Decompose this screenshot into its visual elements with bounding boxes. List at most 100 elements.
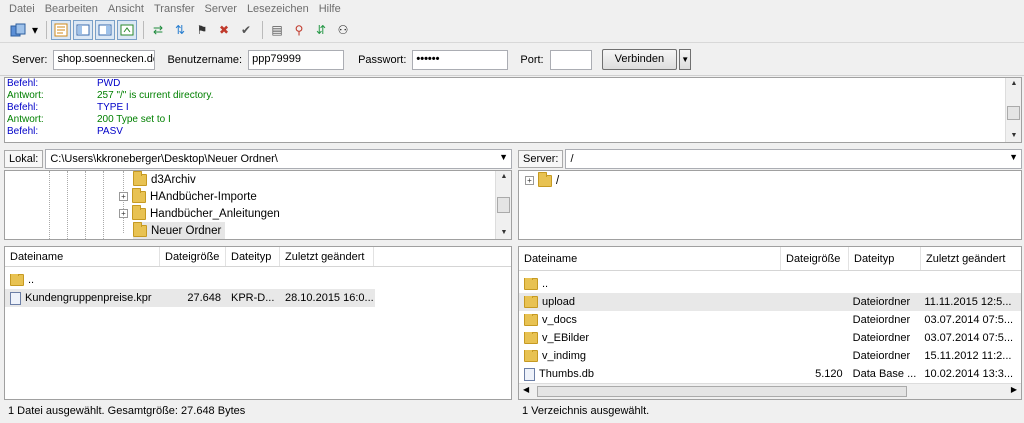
- menu-transfer[interactable]: Transfer: [154, 3, 195, 15]
- scroll-thumb[interactable]: [537, 386, 907, 397]
- local-tree-scrollbar[interactable]: ▲ ▼: [495, 171, 511, 239]
- scroll-thumb[interactable]: [497, 197, 510, 213]
- tree-item-root[interactable]: + /: [525, 171, 559, 189]
- column-header-type[interactable]: Dateityp: [226, 247, 280, 266]
- column-header-name[interactable]: Dateiname: [5, 247, 160, 266]
- refresh-icon[interactable]: ⇄: [148, 20, 168, 40]
- file-row[interactable]: upload Dateiordner 11.11.2015 12:5...: [519, 293, 1021, 311]
- chevron-down-icon[interactable]: ▼: [1009, 152, 1018, 162]
- scroll-down-icon[interactable]: ▼: [1006, 130, 1021, 142]
- menu-lesezeichen[interactable]: Lesezeichen: [247, 3, 309, 15]
- column-header-name[interactable]: Dateiname: [519, 247, 781, 270]
- connect-button[interactable]: Verbinden: [601, 49, 678, 70]
- log-scrollbar[interactable]: ▲ ▼: [1005, 78, 1021, 142]
- file-name: ..: [28, 274, 35, 286]
- tree-item-neuer-ordner[interactable]: Neuer Ordner: [133, 221, 226, 239]
- column-header-modified[interactable]: Zuletzt geändert: [280, 247, 374, 266]
- password-input[interactable]: ••••••: [412, 49, 509, 70]
- tree-item-label: d3Archiv: [151, 173, 196, 186]
- menu-server[interactable]: Server: [205, 3, 237, 15]
- remote-hscrollbar[interactable]: ◀ ▶: [519, 383, 1021, 399]
- column-header-size[interactable]: Dateigröße: [781, 247, 849, 270]
- server-label: Server:: [12, 53, 48, 66]
- tree-item-label: HAndbücher-Importe: [150, 190, 257, 203]
- file-row[interactable]: v_indimg Dateiordner 15.11.2012 11:2...: [519, 347, 1021, 365]
- reconnect-icon[interactable]: ✔: [236, 20, 256, 40]
- toggle-log-icon[interactable]: [51, 20, 71, 40]
- chevron-down-icon[interactable]: ▼: [499, 152, 508, 162]
- local-status-text: 1 Datei ausgewählt. Gesamtgröße: 27.648 …: [8, 405, 246, 417]
- tree-item-handbuecher-importe[interactable]: + HAndbücher-Importe: [119, 187, 257, 205]
- scroll-down-icon[interactable]: ▼: [496, 227, 511, 239]
- file-type: Dateiordner: [852, 314, 911, 326]
- file-type: KPR-D...: [231, 292, 275, 304]
- remote-file-list-header: Dateiname Dateigröße Dateityp Zuletzt ge…: [519, 247, 1021, 271]
- log-key: Befehl:: [7, 126, 39, 137]
- menu-bar: Datei Bearbeiten Ansicht Transfer Server…: [0, 0, 1024, 18]
- log-row: Befehl: PWD: [5, 78, 1021, 90]
- tree-item-handbuecher-anleitungen[interactable]: + Handbücher_Anleitungen: [119, 204, 280, 222]
- file-modified: 10.02.2014 13:3...: [924, 368, 1014, 380]
- file-row[interactable]: v_EBilder Dateiordner 03.07.2014 07:5...: [519, 329, 1021, 347]
- local-tree: d3Archiv + HAndbücher-Importe + Handbüch…: [4, 170, 512, 240]
- remote-status-bar: 1 Verzeichnis ausgewählt.: [518, 401, 1022, 421]
- scroll-left-icon[interactable]: ◀: [523, 385, 529, 394]
- file-row[interactable]: Thumbs.db 5.120 Data Base ... 10.02.2014 13…: [519, 365, 1021, 383]
- column-header-size[interactable]: Dateigröße: [160, 247, 226, 266]
- column-header-modified[interactable]: Zuletzt geändert: [921, 247, 1021, 270]
- site-manager-icon[interactable]: [8, 20, 28, 40]
- remote-path-input[interactable]: / ▼: [565, 149, 1022, 169]
- username-label: Benutzername:: [167, 53, 243, 66]
- message-log: Befehl: PWD Antwort: 257 "/" is current dir…: [4, 77, 1022, 143]
- sync-browse-icon[interactable]: ⇵: [311, 20, 331, 40]
- menu-hilfe[interactable]: Hilfe: [319, 3, 341, 15]
- remote-tree: + /: [518, 170, 1022, 240]
- folder-icon: [524, 332, 538, 344]
- menu-bearbeiten[interactable]: Bearbeiten: [45, 3, 98, 15]
- file-row[interactable]: v_docs Dateiordner 03.07.2014 07:5...: [519, 311, 1021, 329]
- tree-item-label: Neuer Ordner: [151, 224, 222, 237]
- menu-ansicht[interactable]: Ansicht: [108, 3, 144, 15]
- remote-path-label: Server:: [518, 150, 564, 168]
- local-path-bar: Lokal: C:\Users\kkroneberger\Desktop\Neu…: [4, 148, 512, 170]
- username-input[interactable]: ppp79999: [248, 49, 345, 70]
- column-header-type[interactable]: Dateityp: [849, 247, 921, 270]
- scroll-right-icon[interactable]: ▶: [1011, 385, 1017, 394]
- dropdown-arrow-icon[interactable]: ▾: [30, 20, 40, 40]
- expand-plus-icon[interactable]: +: [119, 192, 128, 201]
- tree-item-label: Handbücher_Anleitungen: [150, 207, 280, 220]
- folder-icon: [132, 187, 146, 203]
- local-path-input[interactable]: C:\Users\kkroneberger\Desktop\Neuer Ordn…: [45, 149, 512, 169]
- scroll-thumb[interactable]: [1007, 106, 1020, 120]
- file-modified: 03.07.2014 07:5...: [924, 314, 1014, 326]
- file-row[interactable]: ..: [519, 275, 1021, 293]
- toolbar-separator: [46, 21, 47, 39]
- toggle-local-tree-icon[interactable]: [73, 20, 93, 40]
- toggle-remote-tree-icon[interactable]: [95, 20, 115, 40]
- server-input[interactable]: shop.soennecken.de: [53, 49, 156, 70]
- tree-item-d3archiv[interactable]: d3Archiv: [133, 171, 196, 188]
- disconnect-icon[interactable]: ✖: [214, 20, 234, 40]
- process-queue-icon[interactable]: ⇅: [170, 20, 190, 40]
- compare-icon[interactable]: ⚲: [289, 20, 309, 40]
- log-value: PASV: [97, 126, 123, 137]
- menu-datei[interactable]: Datei: [9, 3, 35, 15]
- scroll-up-icon[interactable]: ▲: [1006, 78, 1021, 90]
- file-type: Dateiordner: [852, 332, 911, 344]
- file-row-kundengruppenpreise[interactable]: Kundengruppenpreise.kpr 27.648 KPR-D... …: [5, 289, 375, 307]
- local-path-value: C:\Users\kkroneberger\Desktop\Neuer Ordn…: [50, 153, 278, 165]
- local-status-bar: 1 Datei ausgewählt. Gesamtgröße: 27.648 …: [4, 401, 512, 421]
- expand-plus-icon[interactable]: +: [119, 209, 128, 218]
- toggle-queue-icon[interactable]: [117, 20, 137, 40]
- file-name: v_indimg: [542, 350, 587, 362]
- find-icon[interactable]: ⚇: [333, 20, 353, 40]
- scroll-up-icon[interactable]: ▲: [496, 171, 511, 183]
- expand-plus-icon[interactable]: +: [525, 176, 534, 185]
- port-input[interactable]: [549, 49, 592, 70]
- connect-history-dropdown-icon[interactable]: ▼: [679, 49, 692, 70]
- quickconnect-bar: Server: shop.soennecken.de Benutzername:…: [0, 44, 1024, 76]
- file-row-parent[interactable]: ..: [5, 271, 511, 289]
- file-name: v_docs: [542, 314, 577, 326]
- cancel-icon[interactable]: ⚑: [192, 20, 212, 40]
- filter-icon[interactable]: ▤: [267, 20, 287, 40]
